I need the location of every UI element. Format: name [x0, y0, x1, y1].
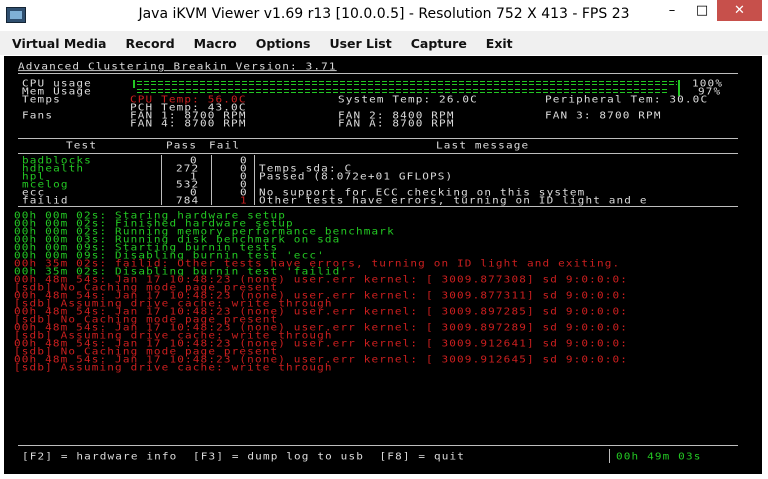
remote-console-screen[interactable]: Advanced Clustering Breakin Version: 3.7…: [4, 56, 762, 474]
table-bottom-divider: [18, 206, 738, 207]
fans-label: Fans: [22, 109, 54, 121]
table-col-divider-1: [161, 155, 162, 205]
cpu-usage-bar: [137, 84, 677, 85]
col-header-message: Last message: [436, 139, 530, 151]
menu-user-list[interactable]: User List: [329, 36, 391, 51]
fan-a: FAN A: 8700 RPM: [338, 117, 455, 129]
mem-usage-bar: [137, 89, 667, 90]
menu-virtual-media[interactable]: Virtual Media: [12, 36, 106, 51]
table-top-divider: [18, 138, 738, 139]
temps-label: Temps: [22, 93, 61, 105]
minimize-button[interactable]: –: [657, 0, 687, 21]
col-header-fail: Fail: [209, 139, 241, 151]
table-col-divider-2: [211, 155, 212, 205]
peripheral-temp: Peripheral Tem: 30.0C: [545, 93, 709, 105]
test-fail: 1: [240, 194, 248, 206]
menu-exit[interactable]: Exit: [486, 36, 513, 51]
system-temp: System Temp: 26.0C: [338, 93, 478, 105]
footer-divider: [18, 445, 738, 446]
table-header-divider: [18, 153, 738, 154]
log-line-error: [sdb] Assuming drive cache: write throug…: [14, 361, 333, 373]
cpu-usage-bar-top: [137, 81, 677, 82]
menu-macro[interactable]: Macro: [194, 36, 237, 51]
col-header-test: Test: [66, 139, 98, 151]
menu-record[interactable]: Record: [125, 36, 174, 51]
menu-capture[interactable]: Capture: [411, 36, 467, 51]
window-title: Java iKVM Viewer v1.69 r13 [10.0.0.5] - …: [138, 6, 630, 22]
test-name: failid: [22, 194, 69, 206]
test-message: Passed (8.072e+01 GFLOPS): [259, 170, 454, 182]
maximize-button[interactable]: □: [688, 0, 716, 21]
usage-bar-right-cap: [678, 80, 680, 88]
table-col-divider-3: [254, 155, 255, 205]
elapsed-time: 00h 49m 03s: [616, 450, 702, 462]
close-button[interactable]: ✕: [717, 0, 762, 21]
col-header-pass: Pass: [166, 139, 198, 151]
close-icon: ✕: [734, 3, 745, 18]
menu-bar: Virtual Media Record Macro Options User …: [0, 31, 768, 55]
minimize-icon: –: [668, 3, 676, 18]
title-bar: Java iKVM Viewer v1.69 r13 [10.0.0.5] - …: [0, 0, 768, 31]
fan-4: FAN 4: 8700 RPM: [130, 117, 247, 129]
usage-bar-left-cap: [133, 80, 135, 88]
header-divider: [18, 73, 738, 74]
fan-3: FAN 3: 8700 RPM: [545, 109, 662, 121]
menu-options[interactable]: Options: [256, 36, 311, 51]
footer-keys: [F2] = hardware info [F3] = dump log to …: [22, 450, 466, 462]
console-header-title: Advanced Clustering Breakin Version: 3.7…: [18, 60, 337, 72]
maximize-icon: □: [695, 3, 709, 18]
test-message: Other tests have errors, turning on ID l…: [259, 194, 648, 206]
footer-separator: [609, 449, 610, 463]
test-pass: 784: [176, 194, 200, 206]
